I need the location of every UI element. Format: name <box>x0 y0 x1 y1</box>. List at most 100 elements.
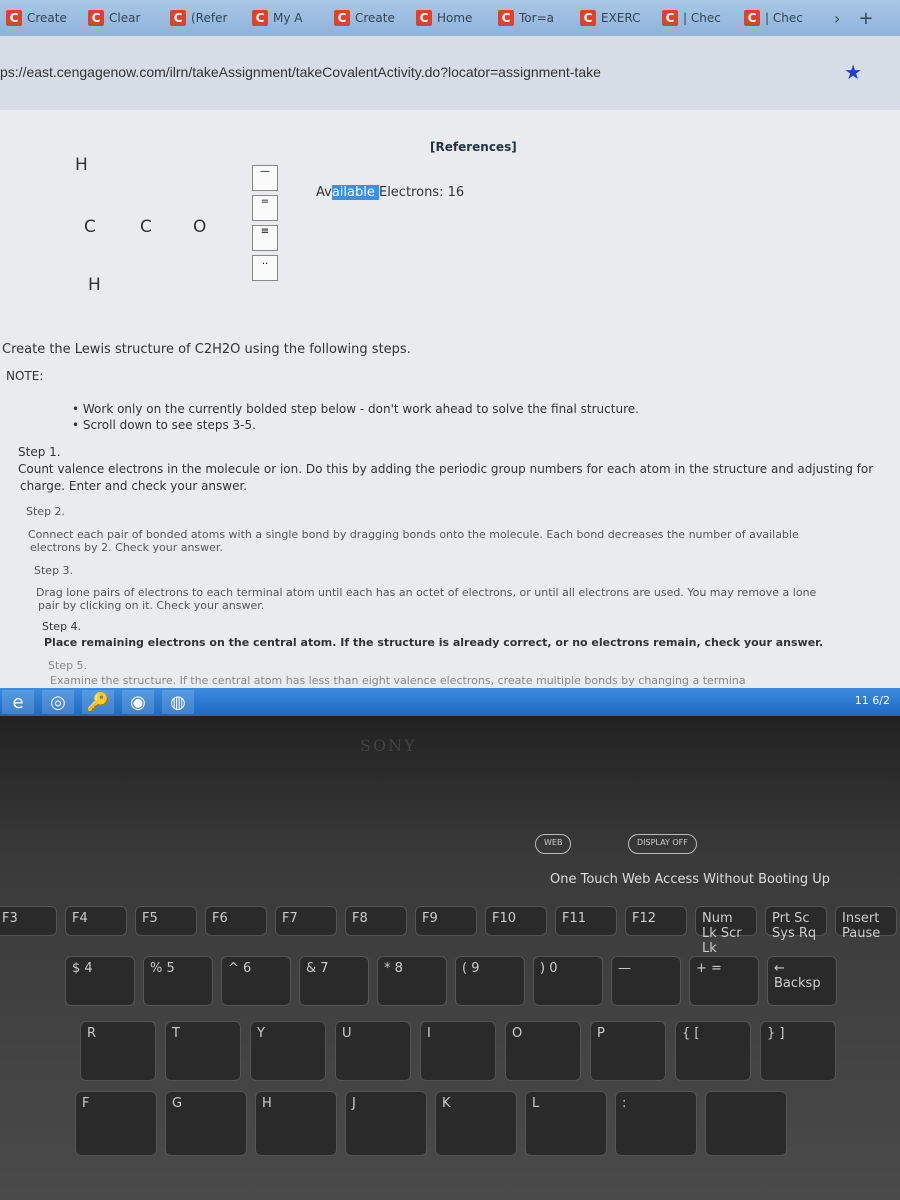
new-tab-icon[interactable]: + <box>858 8 873 29</box>
keyboard-key[interactable]: P <box>590 1021 666 1081</box>
keyboard-tagline: One Touch Web Access Without Booting Up <box>550 872 831 887</box>
atom-c[interactable]: C <box>140 217 152 237</box>
chrome-icon[interactable]: ◉ <box>122 690 154 714</box>
double-bond-tool[interactable]: = <box>252 195 278 221</box>
keyboard-key[interactable]: Y <box>250 1021 326 1081</box>
keyboard-key[interactable]: R <box>80 1021 156 1081</box>
app-icon[interactable]: ◎ <box>42 690 74 714</box>
browser-tab[interactable]: C (Refer <box>170 10 252 26</box>
step-1-text: charge. Enter and check your answer. <box>20 479 248 493</box>
keyboard-key[interactable]: F8 <box>345 906 407 936</box>
browser-tab[interactable]: C Create <box>6 10 88 26</box>
keyboard-key[interactable]: O <box>505 1021 581 1081</box>
firefox-icon[interactable]: ◍ <box>162 690 194 714</box>
keyboard-key[interactable]: — <box>611 956 681 1006</box>
keyboard-key[interactable] <box>705 1091 787 1156</box>
browser-tab[interactable]: C Home <box>416 10 498 26</box>
keyboard-key[interactable]: F12 <box>625 906 687 936</box>
cengage-icon: C <box>662 10 678 26</box>
keyboard-key[interactable]: ^ 6 <box>221 956 291 1006</box>
available-electrons: Available Electrons: 16 <box>316 185 465 200</box>
keys-icon[interactable]: 🔑 <box>82 690 114 714</box>
browser-tab[interactable]: C | Chec <box>744 10 826 26</box>
step-3-text: Drag lone pairs of electrons to each ter… <box>36 586 817 599</box>
step-4-text: Place remaining electrons on the central… <box>44 636 824 649</box>
keyboard-key[interactable]: F9 <box>415 906 477 936</box>
browser-tab[interactable]: C EXERC <box>580 10 662 26</box>
browser-tab[interactable]: C My A <box>252 10 334 26</box>
keyboard-key[interactable]: ← Backsp <box>767 956 837 1006</box>
browser-tab[interactable]: C | Chec <box>662 10 744 26</box>
step-4-title: Step 4. <box>42 620 82 633</box>
keyboard-key[interactable]: : <box>615 1091 697 1156</box>
keyboard-key[interactable]: * 8 <box>377 956 447 1006</box>
keyboard-key[interactable]: K <box>435 1091 517 1156</box>
cengage-icon: C <box>498 10 514 26</box>
ie-icon[interactable]: e <box>2 690 34 714</box>
display-off-button[interactable]: DISPLAY OFF <box>628 834 697 854</box>
sony-logo: SONY <box>360 736 417 755</box>
browser-tab[interactable]: C Clear <box>88 10 170 26</box>
lone-pair-tool[interactable]: .. <box>252 255 278 281</box>
step-3-title: Step 3. <box>34 564 74 577</box>
references-link[interactable]: [References] <box>430 140 517 154</box>
cengage-icon: C <box>170 10 186 26</box>
bookmark-star-icon[interactable]: ★ <box>844 60 862 84</box>
triple-bond-tool[interactable]: ≡ <box>252 225 278 251</box>
keyboard-key[interactable]: H <box>255 1091 337 1156</box>
keyboard-key[interactable]: F11 <box>555 906 617 936</box>
cengage-icon: C <box>334 10 350 26</box>
keyboard-key[interactable]: { [ <box>675 1021 751 1081</box>
keyboard-key[interactable]: F6 <box>205 906 267 936</box>
keyboard-key[interactable]: } ] <box>760 1021 836 1081</box>
keyboard-key[interactable]: ( 9 <box>455 956 525 1006</box>
keyboard-key[interactable]: ) 0 <box>533 956 603 1006</box>
cengage-icon: C <box>416 10 432 26</box>
atom-h[interactable]: H <box>75 155 88 175</box>
note-label: NOTE: <box>6 369 44 383</box>
web-button[interactable]: WEB <box>535 834 572 854</box>
keyboard-key[interactable]: F7 <box>275 906 337 936</box>
keyboard-key[interactable]: % 5 <box>143 956 213 1006</box>
step-1-title: Step 1. <box>18 445 61 459</box>
keyboard-key[interactable]: J <box>345 1091 427 1156</box>
keyboard-key[interactable]: F10 <box>485 906 547 936</box>
keyboard-key[interactable]: & 7 <box>299 956 369 1006</box>
keyboard-key[interactable]: F3 <box>0 906 57 936</box>
address-bar[interactable]: ps://east.cengagenow.com/ilrn/takeAssign… <box>0 36 900 110</box>
step-2-text: Connect each pair of bonded atoms with a… <box>28 528 799 541</box>
atom-o[interactable]: O <box>193 217 206 237</box>
keyboard-key[interactable]: T <box>165 1021 241 1081</box>
keyboard-key[interactable]: L <box>525 1091 607 1156</box>
keyboard-key[interactable]: Prt Sc Sys Rq <box>765 906 827 941</box>
keyboard-key[interactable]: F5 <box>135 906 197 936</box>
assignment-page: [References] H C C O H — = ≡ .. Availabl… <box>0 110 900 688</box>
keyboard-key[interactable]: F <box>75 1091 157 1156</box>
step-2-text: electrons by 2. Check your answer. <box>30 541 223 554</box>
keyboard-key[interactable]: Num Lk Scr Lk <box>695 906 757 956</box>
keyboard-key[interactable]: I <box>420 1021 496 1081</box>
keyboard-key[interactable]: + = <box>689 956 759 1006</box>
cengage-icon: C <box>252 10 268 26</box>
keyboard-key[interactable]: F4 <box>65 906 127 936</box>
browser-tab[interactable]: C Create <box>334 10 416 26</box>
system-clock[interactable]: 11 6/2 <box>855 694 890 707</box>
note-bullet: • Work only on the currently bolded step… <box>72 402 639 416</box>
step-1-text: Count valence electrons in the molecule … <box>18 462 874 476</box>
step-3-text: pair by clicking on it. Check your answe… <box>38 599 265 612</box>
laptop-keyboard: SONY WEB DISPLAY OFF One Touch Web Acces… <box>0 716 900 1200</box>
cengage-icon: C <box>6 10 22 26</box>
atom-c[interactable]: C <box>84 217 96 237</box>
browser-tab-bar: C Create C Clear C (Refer C My A C Create C Ho… <box>0 0 900 36</box>
tab-scroll-right-icon[interactable]: › <box>834 9 840 28</box>
keyboard-key[interactable]: $ 4 <box>65 956 135 1006</box>
keyboard-key[interactable]: Insert Pause <box>835 906 897 941</box>
single-bond-tool[interactable]: — <box>252 165 278 191</box>
cengage-icon: C <box>744 10 760 26</box>
browser-tab[interactable]: C Tor=a <box>498 10 580 26</box>
url-text[interactable]: ps://east.cengagenow.com/ilrn/takeAssign… <box>0 64 601 80</box>
keyboard-key[interactable]: G <box>165 1091 247 1156</box>
intro-text: Create the Lewis structure of C2H2O usin… <box>2 342 411 357</box>
atom-h[interactable]: H <box>88 275 101 295</box>
keyboard-key[interactable]: U <box>335 1021 411 1081</box>
